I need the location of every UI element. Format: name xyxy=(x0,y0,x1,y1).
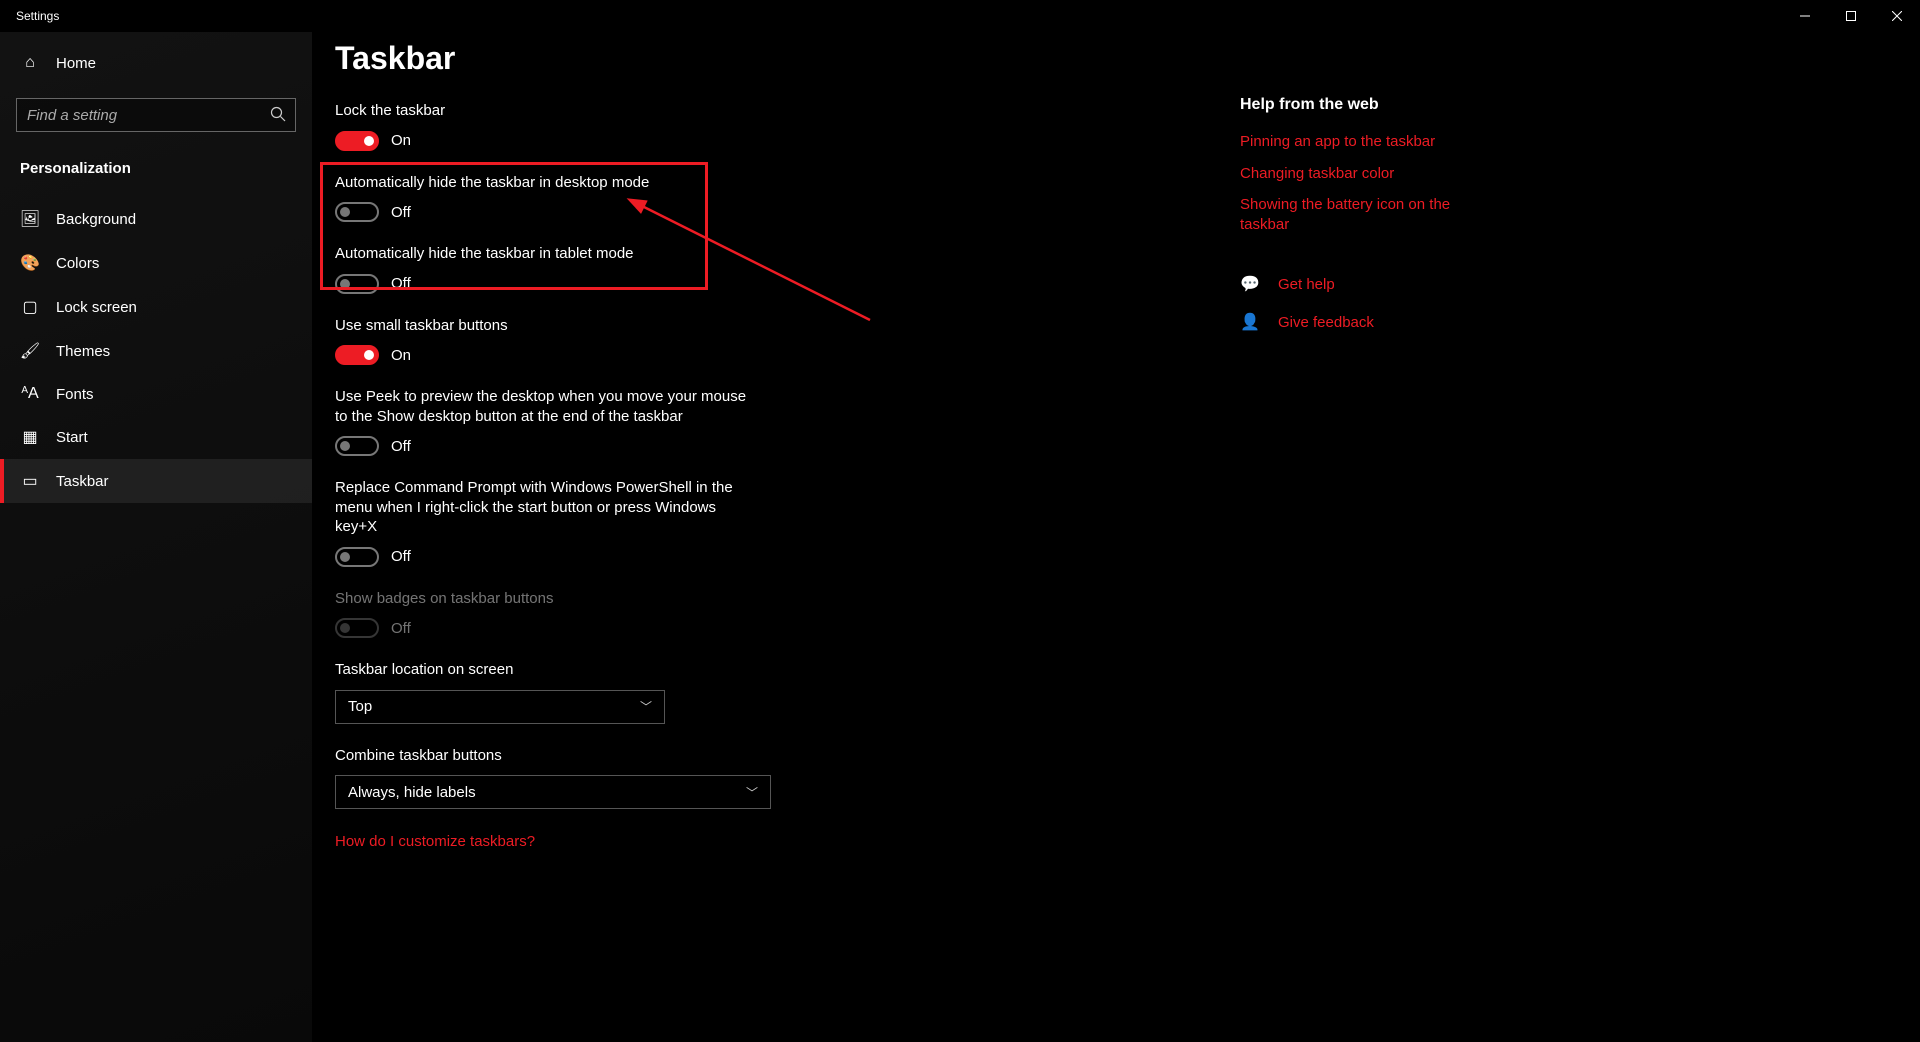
help-link-battery[interactable]: Showing the battery icon on the taskbar xyxy=(1240,195,1480,234)
toggle-state: Off xyxy=(391,438,411,455)
setting-lock-taskbar: Lock the taskbar On xyxy=(335,101,1215,151)
setting-combine-buttons: Combine taskbar buttons Always, hide lab… xyxy=(335,746,1215,810)
select-value: Top xyxy=(348,698,372,715)
sidebar-item-colors[interactable]: 🎨 Colors xyxy=(0,241,312,285)
select-taskbar-location[interactable]: Top ﹀ xyxy=(335,690,665,724)
setting-hide-tablet: Automatically hide the taskbar in tablet… xyxy=(335,244,1215,294)
toggle-state: Off xyxy=(391,275,411,292)
page-title: Taskbar xyxy=(335,40,1215,77)
lock-screen-icon: ▢ xyxy=(20,297,40,317)
sidebar-item-label: Colors xyxy=(56,255,99,272)
sidebar-item-label: Background xyxy=(56,211,136,228)
toggle-state: Off xyxy=(391,548,411,565)
minimize-button[interactable] xyxy=(1782,0,1828,32)
titlebar: Settings xyxy=(0,0,1920,32)
image-icon: 🖼 xyxy=(20,209,40,229)
setting-label: Show badges on taskbar buttons xyxy=(335,589,755,609)
sidebar-item-lock-screen[interactable]: ▢ Lock screen xyxy=(0,285,312,329)
toggle-state: On xyxy=(391,347,411,364)
home-label: Home xyxy=(56,55,96,72)
setting-label: Replace Command Prompt with Windows Powe… xyxy=(335,478,735,537)
setting-label: Use Peek to preview the desktop when you… xyxy=(335,387,755,426)
help-pane: Help from the web Pinning an app to the … xyxy=(1240,96,1480,332)
help-link-pinning[interactable]: Pinning an app to the taskbar xyxy=(1240,132,1480,152)
sidebar-item-label: Start xyxy=(56,429,88,446)
chevron-down-icon: ﹀ xyxy=(640,698,652,715)
select-combine-buttons[interactable]: Always, hide labels ﹀ xyxy=(335,775,771,809)
setting-taskbar-location: Taskbar location on screen Top ﹀ xyxy=(335,660,1215,724)
sidebar-item-fonts[interactable]: AA Fonts xyxy=(0,373,312,415)
sidebar-item-taskbar[interactable]: ▭ Taskbar xyxy=(0,459,312,503)
feedback-icon: 👤 xyxy=(1240,312,1260,332)
window-title: Settings xyxy=(16,9,59,23)
sidebar-item-themes[interactable]: 🖌 Themes xyxy=(0,329,312,373)
toggle-hide-tablet[interactable] xyxy=(335,274,379,294)
give-feedback-row[interactable]: 👤 Give feedback xyxy=(1240,312,1480,332)
toggle-peek[interactable] xyxy=(335,436,379,456)
toggle-badges xyxy=(335,618,379,638)
setting-hide-desktop: Automatically hide the taskbar in deskto… xyxy=(335,173,1215,223)
toggle-small-buttons[interactable] xyxy=(335,345,379,365)
get-help-row[interactable]: 💬 Get help xyxy=(1240,274,1480,294)
select-value: Always, hide labels xyxy=(348,784,476,801)
sidebar-item-background[interactable]: 🖼 Background xyxy=(0,197,312,241)
setting-badges: Show badges on taskbar buttons Off xyxy=(335,589,1215,639)
sidebar-item-label: Lock screen xyxy=(56,299,137,316)
home-nav[interactable]: ⌂ Home xyxy=(0,44,312,82)
window-controls xyxy=(1782,0,1920,32)
toggle-state: On xyxy=(391,132,411,149)
give-feedback-link: Give feedback xyxy=(1278,314,1374,331)
help-link-color[interactable]: Changing taskbar color xyxy=(1240,164,1480,184)
chevron-down-icon: ﹀ xyxy=(746,784,758,801)
setting-label: Combine taskbar buttons xyxy=(335,746,755,766)
customize-taskbars-link[interactable]: How do I customize taskbars? xyxy=(335,833,1215,850)
brush-icon: 🖌 xyxy=(20,341,40,361)
setting-label: Automatically hide the taskbar in deskto… xyxy=(335,173,755,193)
font-icon: AA xyxy=(20,385,40,403)
search-icon xyxy=(270,106,286,127)
search-wrap xyxy=(16,98,296,132)
taskbar-icon: ▭ xyxy=(20,471,40,491)
grid-icon: ▦ xyxy=(20,427,40,447)
close-button[interactable] xyxy=(1874,0,1920,32)
setting-label: Use small taskbar buttons xyxy=(335,316,755,336)
search-input[interactable] xyxy=(16,98,296,132)
section-header: Personalization xyxy=(0,152,312,197)
get-help-link: Get help xyxy=(1278,276,1335,293)
chat-icon: 💬 xyxy=(1240,274,1260,294)
setting-powershell: Replace Command Prompt with Windows Powe… xyxy=(335,478,1215,567)
main-content: Taskbar Lock the taskbar On Automaticall… xyxy=(335,40,1215,850)
help-header: Help from the web xyxy=(1240,96,1480,114)
setting-label: Lock the taskbar xyxy=(335,101,755,121)
sidebar-item-label: Taskbar xyxy=(56,473,109,490)
toggle-state: Off xyxy=(391,620,411,637)
setting-small-buttons: Use small taskbar buttons On xyxy=(335,316,1215,366)
toggle-powershell[interactable] xyxy=(335,547,379,567)
sidebar-item-label: Themes xyxy=(56,343,110,360)
sidebar: ⌂ Home Personalization 🖼 Background 🎨 Co… xyxy=(0,32,312,1042)
setting-peek: Use Peek to preview the desktop when you… xyxy=(335,387,1215,456)
palette-icon: 🎨 xyxy=(20,253,40,273)
toggle-state: Off xyxy=(391,204,411,221)
maximize-button[interactable] xyxy=(1828,0,1874,32)
toggle-lock-taskbar[interactable] xyxy=(335,131,379,151)
home-icon: ⌂ xyxy=(20,54,40,72)
sidebar-item-label: Fonts xyxy=(56,386,94,403)
sidebar-item-start[interactable]: ▦ Start xyxy=(0,415,312,459)
setting-label: Automatically hide the taskbar in tablet… xyxy=(335,244,755,264)
toggle-hide-desktop[interactable] xyxy=(335,202,379,222)
setting-label: Taskbar location on screen xyxy=(335,660,755,680)
